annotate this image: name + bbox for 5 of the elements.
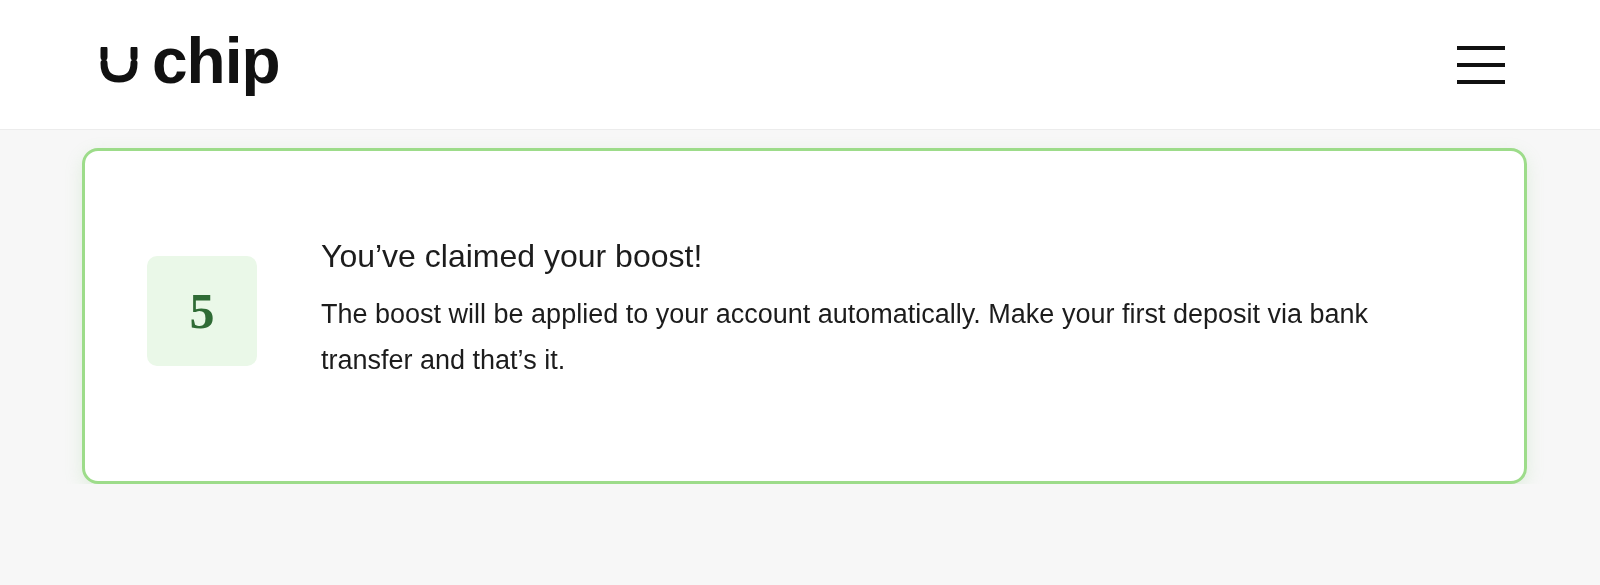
menu-button[interactable]: [1457, 45, 1505, 84]
card-title: You’ve claimed your boost!: [321, 237, 704, 275]
card-body: The boost will be applied to your account automatically. Make your first deposit via bank transfer and that’s it.: [321, 297, 1370, 377]
smile-icon: [100, 46, 138, 83]
boost-badge: 5: [147, 256, 257, 366]
